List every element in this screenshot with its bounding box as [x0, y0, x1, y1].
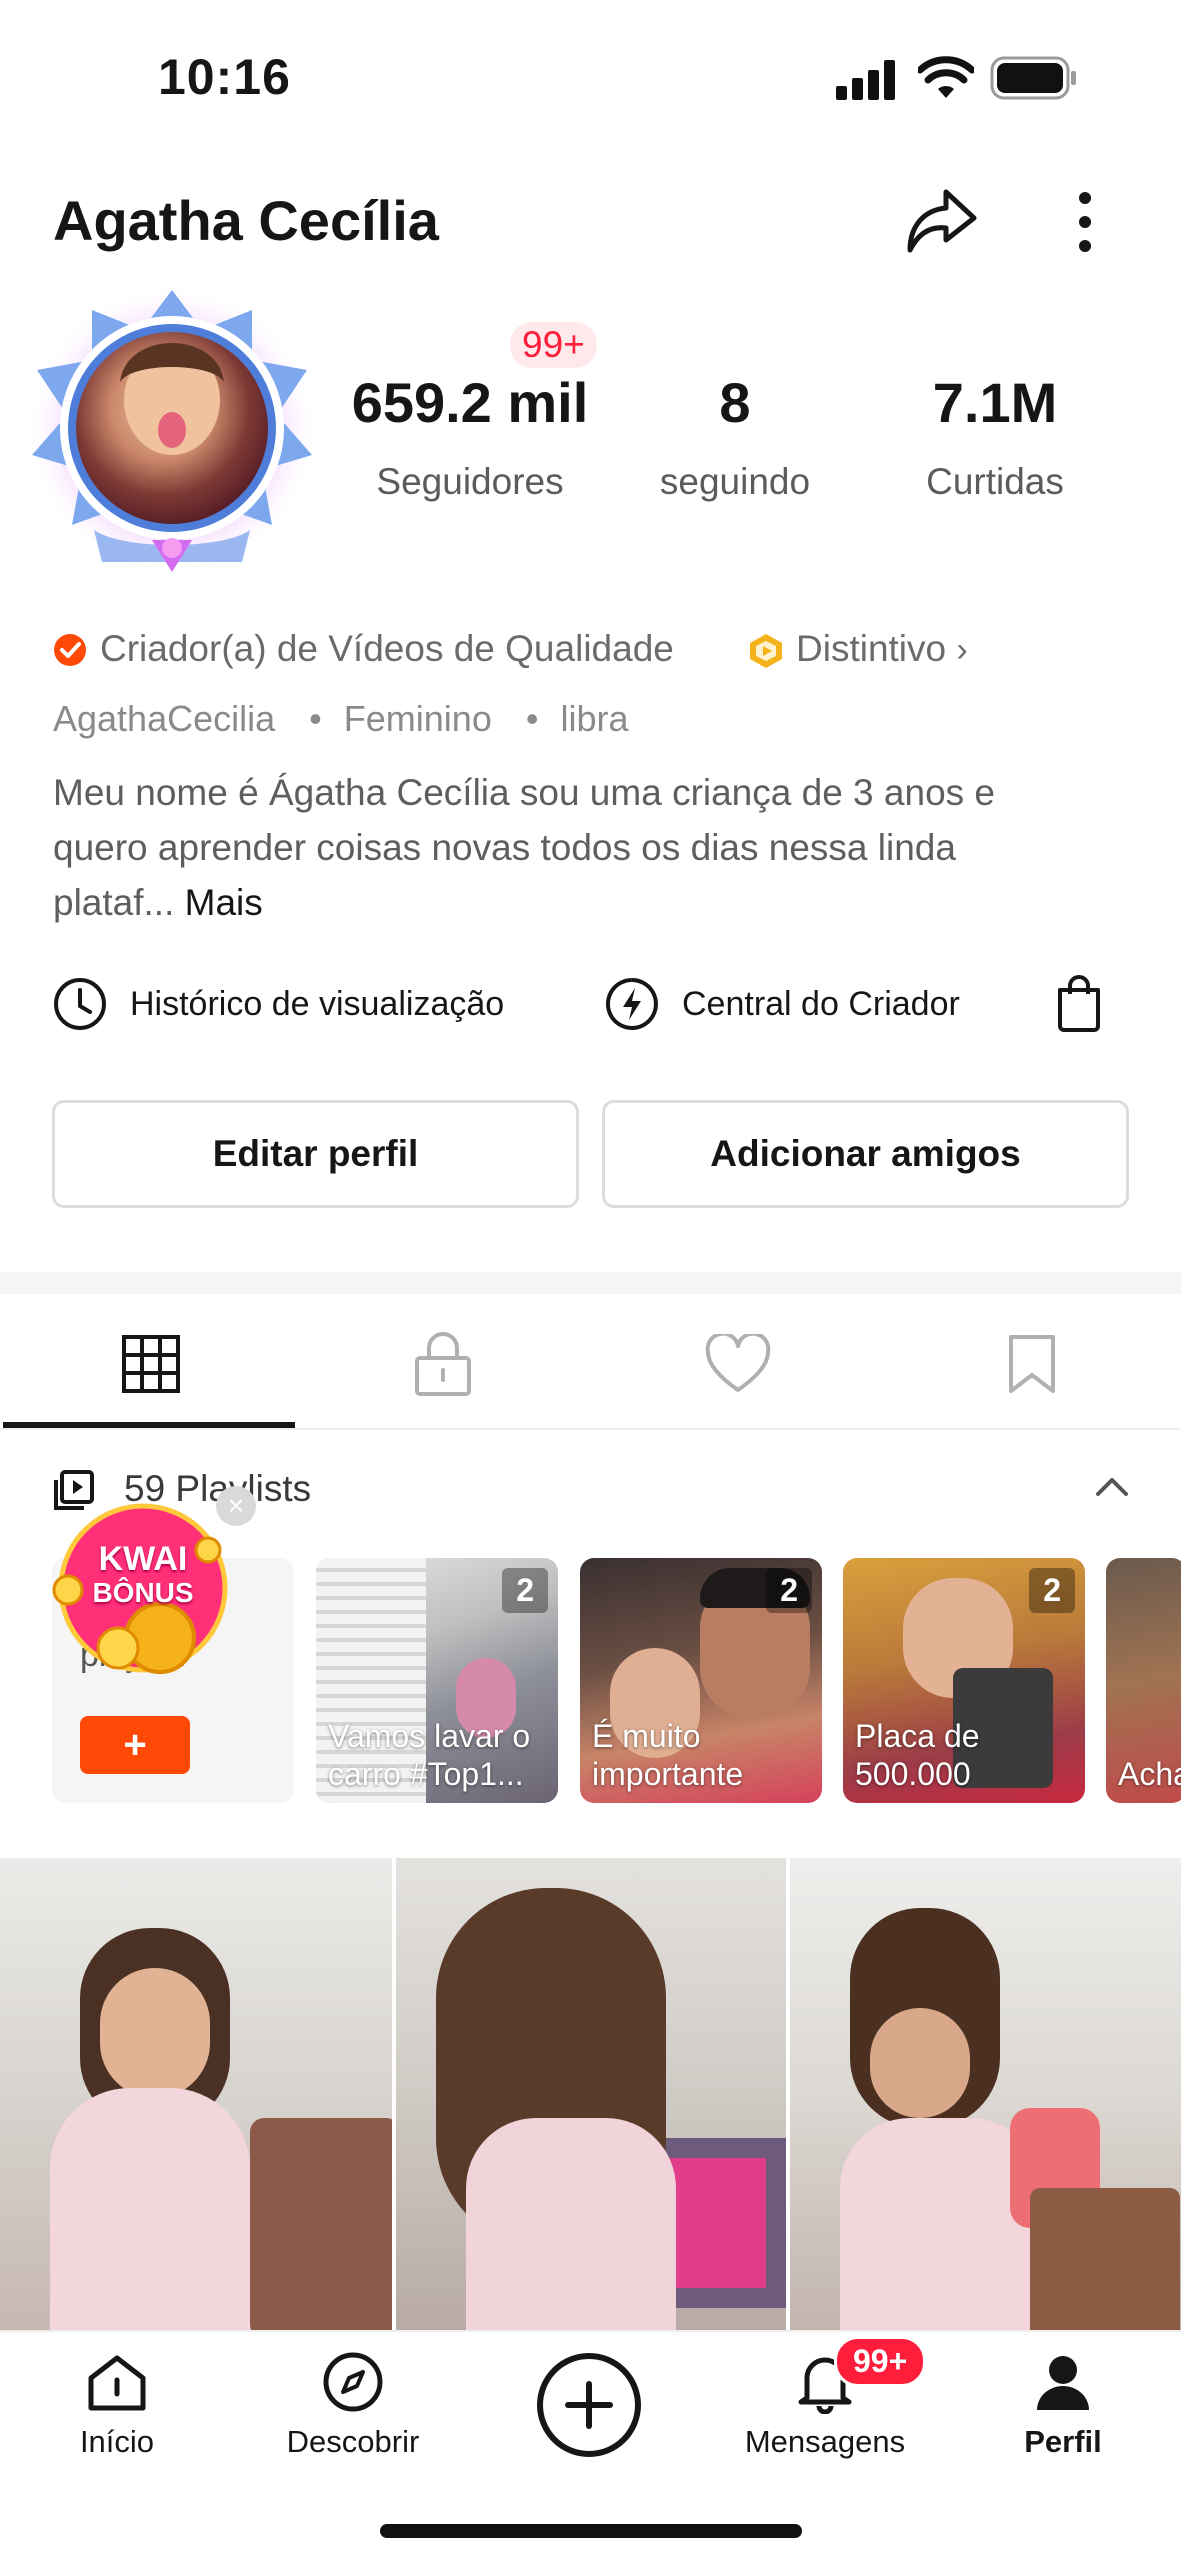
playlist-count: 2	[502, 1568, 548, 1613]
heart-icon	[705, 1334, 770, 1392]
nav-discover[interactable]: Descobrir	[258, 2350, 448, 2460]
shopping-bag-icon[interactable]	[1054, 974, 1104, 1034]
history-label: Histórico de visualização	[130, 984, 505, 1023]
badge-link-label: Distintivo	[796, 628, 947, 669]
tab-divider	[0, 1428, 1181, 1430]
following-stat[interactable]: 8 seguindo	[620, 370, 850, 503]
followers-label: Seguidores	[376, 461, 564, 502]
profile-icon	[1037, 2356, 1089, 2410]
playlist-card[interactable]: 2 Vamos lavar o carro #Top1...	[316, 1558, 558, 1803]
playlist-card[interactable]: Acha na K	[1106, 1558, 1181, 1803]
bookmark-icon	[1008, 1335, 1055, 1393]
following-count: 8	[719, 371, 751, 434]
playlist-title: Vamos lavar o carro #Top1...	[328, 1718, 531, 1792]
battery-icon	[990, 56, 1076, 100]
compass-icon	[323, 2352, 383, 2412]
more-options-icon[interactable]	[1070, 188, 1100, 258]
create-post-button[interactable]	[536, 2352, 642, 2458]
verified-creator-icon	[54, 634, 86, 666]
nav-discover-label: Descobrir	[286, 2424, 420, 2459]
home-indicator	[380, 2524, 802, 2538]
playlist-card[interactable]: 2 É muito importante	[580, 1558, 822, 1803]
badge-link[interactable]: Distintivo ›	[796, 628, 968, 670]
status-time: 10:16	[158, 49, 291, 105]
profile-handle: AgathaCecilia	[53, 698, 276, 739]
likes-label: Curtidas	[926, 461, 1064, 502]
tab-liked[interactable]	[590, 1300, 885, 1428]
home-icon	[88, 2355, 146, 2411]
playlist-title: É muito importante	[592, 1718, 744, 1792]
kwai-bonus-widget[interactable]: KWAI BÔNUS ×	[48, 1486, 256, 1680]
profile-meta-line: AgathaCecilia • Feminino • libra	[53, 698, 629, 739]
wifi-icon	[918, 56, 974, 98]
playlist-card[interactable]: 2 Placa de 500.000	[843, 1558, 1085, 1803]
nav-profile-label: Perfil	[1024, 2424, 1102, 2459]
playlist-count: 2	[1029, 1568, 1075, 1613]
playlist-title: Placa de 500.000	[855, 1718, 980, 1792]
lightning-circle-icon	[605, 978, 658, 1030]
followers-stat[interactable]: 659.2 mil Seguidores	[330, 370, 610, 503]
tab-private[interactable]	[295, 1300, 590, 1428]
lock-icon	[414, 1332, 471, 1396]
creator-center-label: Central do Criador	[682, 984, 960, 1023]
nav-profile[interactable]: Perfil	[968, 2350, 1158, 2460]
grid-icon	[121, 1335, 180, 1393]
badge-icon	[750, 634, 782, 668]
profile-gender: Feminino	[343, 698, 492, 739]
likes-count: 7.1M	[932, 371, 1058, 434]
video-thumbnail[interactable]	[0, 1858, 392, 2333]
creator-tag[interactable]: Criador(a) de Vídeos de Qualidade	[100, 628, 674, 670]
tab-videos[interactable]	[3, 1300, 298, 1428]
followers-notification-badge: 99+	[510, 322, 597, 368]
create-playlist-button[interactable]: +	[80, 1716, 190, 1774]
profile-bio[interactable]: Meu nome é Ágatha Cecília sou uma crianç…	[53, 765, 1043, 930]
video-thumbnail[interactable]	[396, 1858, 786, 2333]
tab-saved[interactable]	[884, 1300, 1179, 1428]
nav-messages-label: Mensagens	[744, 2424, 906, 2459]
profile-screen: { "status_bar": {"time": "10:16"}, "prof…	[0, 0, 1181, 2560]
clock-icon	[54, 978, 106, 1030]
following-label: seguindo	[659, 461, 811, 502]
creator-center-shortcut[interactable]: Central do Criador	[604, 976, 960, 1032]
followers-count: 659.2 mil	[351, 371, 589, 434]
history-shortcut[interactable]: Histórico de visualização	[52, 976, 504, 1032]
nav-home[interactable]: Início	[22, 2350, 212, 2460]
add-friends-button[interactable]: Adicionar amigos	[602, 1100, 1129, 1208]
close-icon[interactable]: ×	[216, 1486, 256, 1526]
profile-name: Agatha Cecília	[53, 189, 439, 252]
bio-more-link[interactable]: Mais	[185, 882, 263, 923]
nav-home-label: Início	[79, 2424, 155, 2459]
messages-badge: 99+	[834, 2336, 927, 2387]
share-icon[interactable]	[902, 182, 980, 260]
likes-stat[interactable]: 7.1M Curtidas	[880, 370, 1110, 503]
playlist-count: 2	[766, 1568, 812, 1613]
kwai-bonus-text: KWAI BÔNUS	[92, 1540, 194, 1608]
cellular-signal-icon	[836, 60, 895, 100]
playlist-title: Acha na K	[1118, 1756, 1181, 1792]
video-thumbnail[interactable]	[790, 1858, 1181, 2333]
edit-profile-button[interactable]: Editar perfil	[52, 1100, 579, 1208]
avatar[interactable]	[22, 285, 322, 580]
section-divider	[0, 1272, 1181, 1294]
chevron-right-icon: ›	[956, 631, 968, 669]
chevron-up-icon[interactable]	[1092, 1472, 1132, 1502]
profile-sign: libra	[560, 698, 629, 739]
